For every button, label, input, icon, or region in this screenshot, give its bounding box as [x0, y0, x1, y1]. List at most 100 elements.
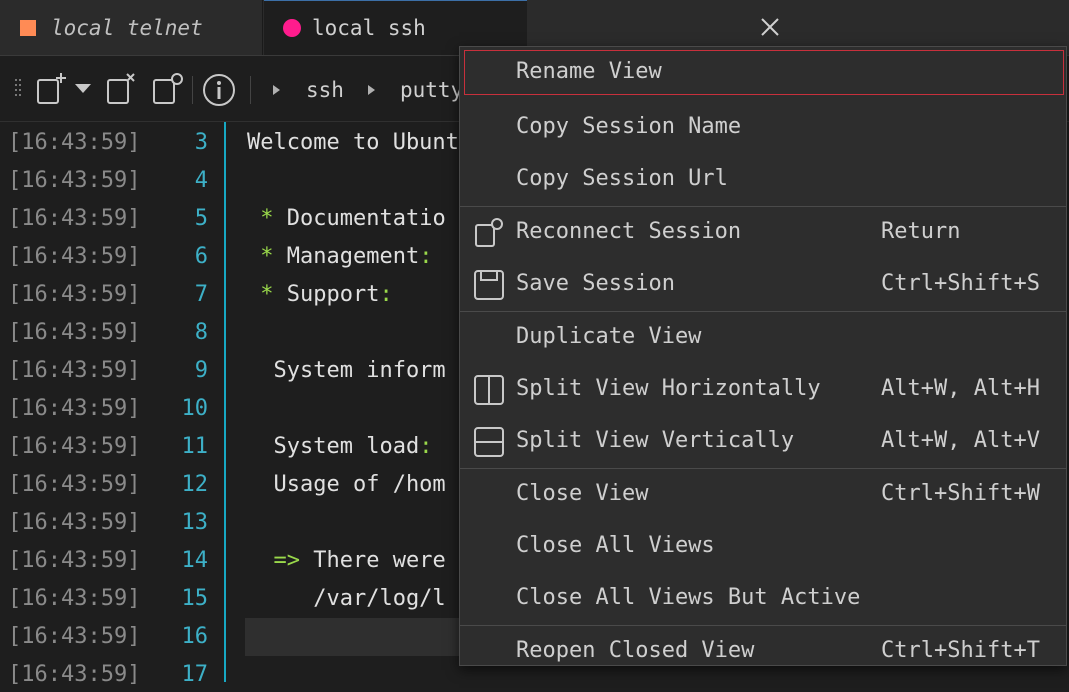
- menu-item-close-view[interactable]: Close View Ctrl+Shift+W: [460, 469, 1066, 521]
- timestamp: [16:43:59]: [8, 282, 141, 307]
- menu-item-shortcut: Alt+W, Alt+H: [881, 376, 1040, 401]
- line-number: 9: [194, 358, 208, 383]
- toolbar-separator: [192, 76, 193, 104]
- menu-item-label: Close All Views: [516, 533, 715, 558]
- terminal-text-body: /var/log/l: [247, 586, 446, 611]
- close-view-icon[interactable]: [106, 72, 136, 106]
- timestamp: [16:43:59]: [8, 130, 141, 155]
- line-number: 15: [181, 586, 209, 611]
- terminal-text-body: Management: [286, 244, 420, 269]
- menu-item-close-all-but-active[interactable]: Close All Views But Active: [460, 573, 1066, 625]
- arrow-marker: =>: [247, 548, 314, 573]
- terminal-text: * Support:: [247, 282, 392, 307]
- menu-item-label: Save Session: [516, 271, 675, 296]
- terminal-text: * Management:: [247, 244, 432, 269]
- menu-item-label: Split View Horizontally: [516, 376, 821, 401]
- save-icon: [474, 270, 504, 300]
- line-number: 17: [181, 662, 209, 687]
- timestamp: [16:43:59]: [8, 168, 141, 193]
- line-number: 16: [181, 624, 209, 649]
- bullet-star: *: [247, 282, 287, 307]
- grip-handle-icon[interactable]: [15, 79, 21, 99]
- menu-item-label: Reopen Closed View: [516, 638, 755, 663]
- terminal-text: System load:: [247, 434, 432, 459]
- terminal-text-body: There were: [313, 548, 446, 573]
- tab-local-telnet[interactable]: local telnet: [0, 0, 263, 55]
- menu-item-label: Copy Session Url: [516, 166, 728, 191]
- context-menu: Rename View Copy Session Name Copy Sessi…: [459, 46, 1067, 666]
- line-number: 6: [194, 244, 208, 269]
- menu-item-duplicate-view[interactable]: Duplicate View: [460, 312, 1066, 364]
- terminal-text-body: Welcome to Ubunt: [247, 130, 459, 155]
- menu-item-copy-session-url[interactable]: Copy Session Url: [460, 154, 1066, 206]
- breadcrumb-putty[interactable]: putty: [400, 78, 463, 102]
- menu-item-shortcut: Ctrl+Shift+S: [881, 271, 1040, 296]
- menu-item-shortcut: Return: [881, 219, 961, 244]
- ssh-color-icon: [283, 19, 301, 37]
- timestamp: [16:43:59]: [8, 510, 141, 535]
- new-view-icon[interactable]: [36, 72, 68, 106]
- terminal-text-body: Usage of /hom: [247, 472, 446, 497]
- terminal-text-body: Documentatio: [286, 206, 446, 231]
- menu-item-label: Duplicate View: [516, 324, 702, 349]
- breadcrumb-ssh[interactable]: ssh: [306, 78, 344, 102]
- line-number: 12: [181, 472, 209, 497]
- terminal-text: /var/log/l: [247, 586, 446, 611]
- reconnect-icon: [475, 218, 503, 247]
- menu-item-rename-view[interactable]: Rename View: [460, 47, 1066, 99]
- terminal-text: Welcome to Ubunt: [247, 130, 459, 155]
- info-icon[interactable]: [202, 73, 236, 107]
- menu-item-label: Close All Views But Active: [516, 585, 861, 610]
- menu-item-save-session[interactable]: Save Session Ctrl+Shift+S: [460, 259, 1066, 311]
- terminal-text: => There were: [247, 548, 446, 573]
- chevron-down-icon[interactable]: [75, 84, 91, 94]
- timestamp: [16:43:59]: [8, 434, 141, 459]
- line-number: 14: [181, 548, 209, 573]
- terminal-text: System inform: [247, 358, 446, 383]
- menu-item-label: Copy Session Name: [516, 114, 742, 139]
- menu-item-shortcut: Ctrl+Shift+T: [881, 638, 1040, 663]
- reconnect-icon[interactable]: [152, 72, 184, 106]
- timestamp: [16:43:59]: [8, 320, 141, 345]
- tab-label: local telnet: [51, 15, 203, 40]
- menu-item-split-vertically[interactable]: Split View Vertically Alt+W, Alt+V: [460, 416, 1066, 468]
- terminal-text-body: System load: [247, 434, 420, 459]
- terminal-text-body: Support: [286, 282, 380, 307]
- tab-label: local ssh: [312, 16, 426, 40]
- timestamp: [16:43:59]: [8, 548, 141, 573]
- split-vertical-icon: [474, 427, 504, 457]
- bullet-star: *: [247, 206, 287, 231]
- line-number: 5: [194, 206, 208, 231]
- split-horizontal-icon: [474, 375, 504, 405]
- colon: :: [419, 434, 433, 459]
- timestamp: [16:43:59]: [8, 586, 141, 611]
- timestamp: [16:43:59]: [8, 662, 141, 687]
- close-icon[interactable]: [759, 16, 781, 38]
- line-number: 7: [194, 282, 208, 307]
- timestamp: [16:43:59]: [8, 244, 141, 269]
- terminal-text: * Documentatio: [247, 206, 446, 231]
- menu-item-split-horizontally[interactable]: Split View Horizontally Alt+W, Alt+H: [460, 364, 1066, 416]
- line-number: 11: [181, 434, 209, 459]
- menu-item-label: Close View: [516, 481, 649, 506]
- line-number: 4: [194, 168, 208, 193]
- timestamp: [16:43:59]: [8, 358, 141, 383]
- telnet-color-icon: [20, 19, 36, 36]
- menu-item-shortcut: Ctrl+Shift+W: [881, 481, 1040, 506]
- menu-item-close-all-views[interactable]: Close All Views: [460, 521, 1066, 573]
- line-number: 8: [194, 320, 208, 345]
- timestamp: [16:43:59]: [8, 396, 141, 421]
- menu-item-reconnect-session[interactable]: Reconnect Session Return: [460, 207, 1066, 259]
- menu-item-label: Rename View: [516, 59, 662, 84]
- menu-item-label: Split View Vertically: [516, 428, 795, 453]
- terminal-text-body: System inform: [247, 358, 446, 383]
- timestamp: [16:43:59]: [8, 624, 141, 649]
- line-number: 10: [181, 396, 209, 421]
- timestamp: [16:43:59]: [8, 472, 141, 497]
- line-number: 3: [194, 130, 208, 155]
- menu-item-shortcut: Alt+W, Alt+V: [881, 428, 1040, 453]
- menu-item-reopen-closed-view[interactable]: Reopen Closed View Ctrl+Shift+T: [460, 626, 1066, 678]
- bullet-star: *: [247, 244, 287, 269]
- menu-item-copy-session-name[interactable]: Copy Session Name: [460, 102, 1066, 154]
- timestamp: [16:43:59]: [8, 206, 141, 231]
